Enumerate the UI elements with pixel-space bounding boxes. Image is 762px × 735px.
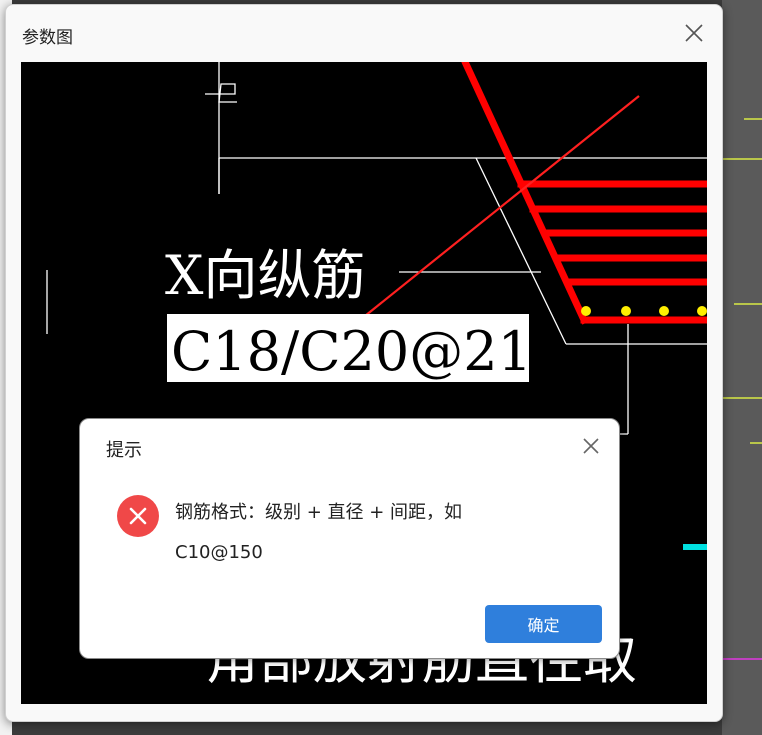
label-x-rebar: X向纵筋 [165,244,365,307]
dialog-title: 参数图 [22,28,73,48]
hint-modal: 提示 钢筋格式：级别 + 直径 + 间距，如 C10@150 确定 [79,418,620,659]
close-icon[interactable] [580,435,602,457]
modal-title: 提示 [106,440,142,461]
confirm-button[interactable]: 确定 [485,605,602,643]
error-icon [117,495,159,537]
modal-message: 钢筋格式：级别 + 直径 + 间距，如 C10@150 [175,493,535,573]
modal-message-line-1: 钢筋格式：级别 + 直径 + 间距，如 [175,502,463,523]
close-icon[interactable] [682,21,706,45]
background-canvas-right [722,0,762,735]
modal-message-line-2: C10@150 [175,542,263,563]
label-rebar-spec: C18/C20@210 [171,320,566,383]
